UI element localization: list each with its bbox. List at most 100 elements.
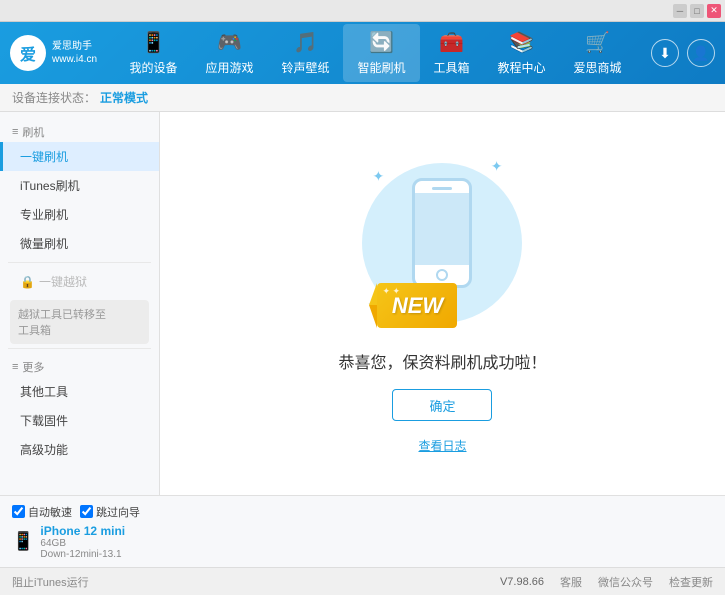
download-firmware-label: 下载固件 <box>20 412 68 429</box>
nav-smart-flash[interactable]: 🔄 智能刷机 <box>343 24 419 82</box>
nav-bar: 📱 我的设备 🎮 应用游戏 🎵 铃声壁纸 🔄 智能刷机 🧰 工具箱 📚 教程中心… <box>100 24 651 82</box>
check-update-link[interactable]: 检查更新 <box>669 574 713 590</box>
sidebar-section-more: ≡ 更多 <box>0 353 159 377</box>
status-label: 设备连接状态： <box>12 89 96 106</box>
sidebar-item-itunes-flash[interactable]: iTunes刷机 <box>0 171 159 200</box>
itunes-flash-label: iTunes刷机 <box>20 177 80 194</box>
download-button[interactable]: ⬇ <box>651 39 679 67</box>
jailbreak-section-title: 一键越狱 <box>39 273 87 290</box>
phone-home-button <box>436 269 448 281</box>
user-button[interactable]: 👤 <box>687 39 715 67</box>
skip-wizard-label: 跳过向导 <box>96 504 140 520</box>
sidebar-item-advanced[interactable]: 高级功能 <box>0 435 159 464</box>
nav-my-device[interactable]: 📱 我的设备 <box>115 24 191 82</box>
logo-url: www.i4.cn <box>52 53 97 66</box>
nav-toolbox-label: 工具箱 <box>434 59 470 76</box>
divider-1 <box>8 262 151 263</box>
content-area: ✦ ✦ ✦ ✦ ✦ NEW 恭喜您，保资料刷机成功啦！ 确定 <box>160 112 725 495</box>
success-card: ✦ ✦ ✦ ✦ ✦ NEW 恭喜您，保资料刷机成功啦！ 确定 <box>338 153 546 454</box>
title-bar: ─ □ ✕ <box>0 0 725 22</box>
auto-finish-label: 自动敏速 <box>28 504 72 520</box>
flash-section-icon: ≡ <box>12 126 18 138</box>
nav-ringtones[interactable]: 🎵 铃声壁纸 <box>267 24 343 82</box>
sidebar-item-download-firmware[interactable]: 下载固件 <box>0 406 159 435</box>
success-text: 恭喜您，保资料刷机成功啦！ <box>338 349 546 373</box>
logo-app-name: 爱思助手 <box>52 40 97 53</box>
sidebar-section-jailbreak: 🔒 一键越狱 <box>0 267 159 296</box>
other-tools-label: 其他工具 <box>20 383 68 400</box>
wechat-link[interactable]: 微信公众号 <box>598 574 653 590</box>
nav-tutorials[interactable]: 📚 教程中心 <box>484 24 560 82</box>
logo-area: 爱 爱思助手 www.i4.cn <box>10 35 100 71</box>
apps-games-icon: 🎮 <box>217 30 242 55</box>
sidebar-item-one-click-flash[interactable]: 一键刷机 <box>0 142 159 171</box>
customer-service-link[interactable]: 客服 <box>560 574 582 590</box>
jailbreak-notice: 越狱工具已转移至工具箱 <box>10 300 149 344</box>
nav-toolbox[interactable]: 🧰 工具箱 <box>420 24 484 82</box>
very-bottom-bar: 阻止iTunes运行 V7.98.66 客服 微信公众号 检查更新 <box>0 567 725 595</box>
nav-right-buttons: ⬇ 👤 <box>651 39 715 67</box>
nav-smart-flash-label: 智能刷机 <box>357 59 405 76</box>
toolbox-icon: 🧰 <box>439 30 464 55</box>
sidebar-item-other-tools[interactable]: 其他工具 <box>0 377 159 406</box>
sidebar-section-flash: ≡ 刷机 <box>0 118 159 142</box>
auto-finish-checkbox[interactable] <box>12 505 25 518</box>
nav-tutorials-label: 教程中心 <box>498 59 546 76</box>
lock-icon: 🔒 <box>20 275 35 289</box>
logo-icon: 爱 <box>10 35 46 71</box>
footer-device-info: 📱 iPhone 12 mini 64GB Down-12mini-13.1 <box>12 524 713 560</box>
flash-section-title: 刷机 <box>22 124 44 140</box>
phone-illustration: ✦ ✦ ✦ ✦ ✦ NEW <box>362 153 522 333</box>
more-section-icon: ≡ <box>12 361 18 373</box>
nav-apps-games-label: 应用游戏 <box>205 59 253 76</box>
device-details: iPhone 12 mini 64GB Down-12mini-13.1 <box>40 524 125 560</box>
header: 爱 爱思助手 www.i4.cn 📱 我的设备 🎮 应用游戏 🎵 铃声壁纸 🔄 … <box>0 22 725 84</box>
my-device-icon: 📱 <box>141 30 166 55</box>
footer-area: 自动敏速 跳过向导 📱 iPhone 12 mini 64GB Down-12m… <box>0 495 725 567</box>
smart-flash-icon: 🔄 <box>369 30 394 55</box>
sparkle-2: ✦ <box>491 158 503 175</box>
confirm-button[interactable]: 确定 <box>392 389 492 421</box>
nav-apps-games[interactable]: 🎮 应用游戏 <box>191 24 267 82</box>
skip-wizard-checkbox[interactable] <box>80 505 93 518</box>
device-storage: 64GB <box>40 538 125 549</box>
version-number: V7.98.66 <box>500 576 544 588</box>
nav-my-device-label: 我的设备 <box>129 59 177 76</box>
close-button[interactable]: ✕ <box>707 4 721 18</box>
new-ribbon: ✦ ✦ NEW <box>377 283 457 328</box>
device-storage-value: 64GB <box>40 538 66 549</box>
sidebar-item-micro-flash[interactable]: 微量刷机 <box>0 229 159 258</box>
logo-text: 爱思助手 www.i4.cn <box>52 40 97 66</box>
advanced-label: 高级功能 <box>20 441 68 458</box>
divider-2 <box>8 348 151 349</box>
jailbreak-notice-text: 越狱工具已转移至工具箱 <box>18 309 106 337</box>
status-bar: 设备连接状态： 正常模式 <box>0 84 725 112</box>
minimize-button[interactable]: ─ <box>673 4 687 18</box>
maximize-button[interactable]: □ <box>690 4 704 18</box>
skip-wizard-checkbox-label[interactable]: 跳过向导 <box>80 504 140 520</box>
sidebar: ≡ 刷机 一键刷机 iTunes刷机 专业刷机 微量刷机 🔒 一键越狱 越狱工具… <box>0 112 160 495</box>
device-name: iPhone 12 mini <box>40 524 125 538</box>
auto-finish-checkbox-label[interactable]: 自动敏速 <box>12 504 72 520</box>
pro-flash-label: 专业刷机 <box>20 206 68 223</box>
footer-checkboxes: 自动敏速 跳过向导 <box>12 504 713 520</box>
store-icon: 🛒 <box>585 30 610 55</box>
micro-flash-label: 微量刷机 <box>20 235 68 252</box>
device-model: Down-12mini-13.1 <box>40 549 125 560</box>
one-click-flash-label: 一键刷机 <box>20 148 68 165</box>
nav-store[interactable]: 🛒 爱思商城 <box>560 24 636 82</box>
phone-shape <box>412 178 472 288</box>
main-layout: ≡ 刷机 一键刷机 iTunes刷机 专业刷机 微量刷机 🔒 一键越狱 越狱工具… <box>0 112 725 495</box>
new-stars: ✦ ✦ <box>382 286 400 297</box>
itunes-status: 阻止iTunes运行 <box>12 574 89 590</box>
nav-store-label: 爱思商城 <box>574 59 622 76</box>
more-section-title: 更多 <box>22 359 44 375</box>
tutorials-icon: 📚 <box>509 30 534 55</box>
journal-link[interactable]: 查看日志 <box>418 437 466 454</box>
new-badge: ✦ ✦ NEW <box>377 283 457 333</box>
sidebar-item-pro-flash[interactable]: 专业刷机 <box>0 200 159 229</box>
phone-speaker <box>432 187 452 190</box>
device-phone-icon: 📱 <box>12 531 34 552</box>
status-value: 正常模式 <box>100 89 148 106</box>
ringtones-icon: 🎵 <box>293 30 318 55</box>
